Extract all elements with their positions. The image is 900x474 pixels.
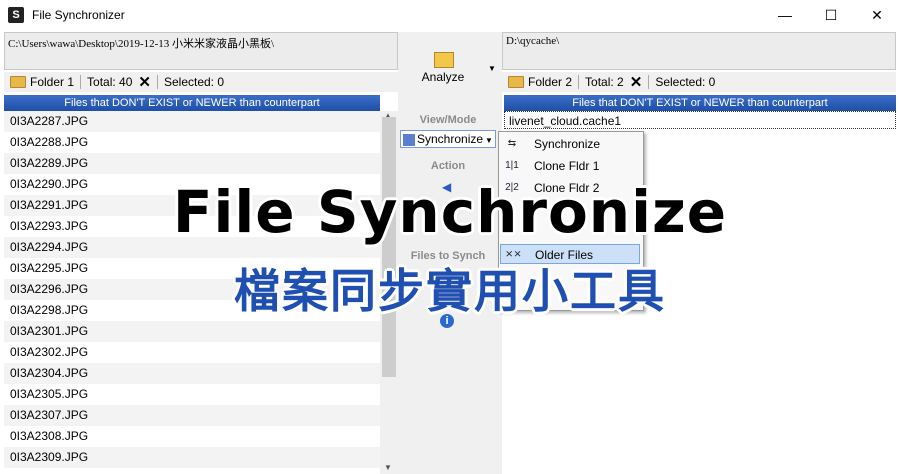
analyze-icon xyxy=(434,52,454,68)
folder2-path-field[interactable]: D:\qycache\ xyxy=(502,32,896,70)
chevron-down-icon: ▼ xyxy=(485,136,493,145)
table-row[interactable]: 0I3A2305.JPG xyxy=(4,384,380,405)
scroll-thumb[interactable] xyxy=(382,117,396,377)
folder1-list-header: Files that DON'T EXIST or NEWER than cou… xyxy=(4,95,380,111)
folder1-total: Total: 40 xyxy=(87,75,133,89)
folder1-selected: Selected: 0 xyxy=(163,75,225,89)
overlay-subtitle: 檔案同步實用小工具 xyxy=(234,264,666,318)
window-title: File Synchronizer xyxy=(32,8,125,22)
center-panel: Analyze ▼ View/Mode Synchronize ▼ Action … xyxy=(398,32,502,474)
clone1-icon: 1|1 xyxy=(505,160,519,171)
table-row[interactable]: 0I3A2309.JPG xyxy=(4,447,380,468)
divider xyxy=(578,75,580,89)
mode-select[interactable]: Synchronize ▼ xyxy=(400,130,496,148)
scroll-down-icon[interactable]: ▼ xyxy=(384,463,392,472)
folder2-button[interactable]: Folder 2 xyxy=(528,75,572,89)
table-row[interactable]: 0I3A2301.JPG xyxy=(4,321,380,342)
menu-item-synchronize[interactable]: ⇆ Synchronize xyxy=(500,134,640,154)
folder1-toolbar: Folder 1 Total: 40 ✕ Selected: 0 xyxy=(4,72,398,92)
folder2-total: Total: 2 xyxy=(585,75,624,89)
close-button[interactable]: ✕ xyxy=(854,0,900,30)
clear-icon[interactable]: ✕ xyxy=(138,73,151,91)
clear-icon[interactable]: ✕ xyxy=(630,73,643,91)
sync-icon xyxy=(403,133,415,146)
list-item[interactable]: livenet_cloud.cache1 xyxy=(504,111,896,129)
mode-select-value: Synchronize xyxy=(417,132,484,146)
divider xyxy=(156,75,158,89)
divider xyxy=(648,75,650,89)
minimize-button[interactable]: — xyxy=(762,0,808,30)
table-row[interactable]: 0I3A2289.JPG xyxy=(4,153,380,174)
table-row[interactable]: 0I3A2288.JPG xyxy=(4,132,380,153)
sync-icon: ⇆ xyxy=(507,138,517,149)
table-row[interactable]: 0I3A2304.JPG xyxy=(4,363,380,384)
folder1-button[interactable]: Folder 1 xyxy=(30,75,74,89)
overlay-title: File Synchronize xyxy=(172,178,728,246)
folder2-list-header: Files that DON'T EXIST or NEWER than cou… xyxy=(504,95,896,111)
action-label: Action xyxy=(430,160,466,172)
table-row[interactable]: 0I3A2302.JPG xyxy=(4,342,380,363)
folder2-selected: Selected: 0 xyxy=(655,75,716,89)
analyze-dropdown-icon[interactable]: ▼ xyxy=(488,64,496,73)
folder-icon[interactable] xyxy=(10,76,26,88)
table-row[interactable]: 0I3A2307.JPG xyxy=(4,405,380,426)
folder1-path-field[interactable]: C:\Users\wawa\Desktop\2019-12-13 小米米家液晶小… xyxy=(4,32,398,70)
folder-icon[interactable] xyxy=(508,76,524,88)
table-row[interactable]: 0I3A2287.JPG xyxy=(4,111,380,132)
menu-item-label: Synchronize xyxy=(534,137,601,151)
app-icon: S xyxy=(8,7,24,23)
divider xyxy=(80,75,82,89)
menu-item-label: Clone Fldr 1 xyxy=(534,159,600,173)
title-bar: S File Synchronizer — ☐ ✕ xyxy=(0,0,900,30)
menu-item-clone-fldr-1[interactable]: 1|1 Clone Fldr 1 xyxy=(500,156,640,176)
analyze-button[interactable]: Analyze xyxy=(398,70,488,84)
table-row[interactable]: 0I3A2308.JPG xyxy=(4,426,380,447)
folder2-toolbar: Folder 2 Total: 2 ✕ Selected: 0 xyxy=(502,72,896,92)
view-mode-label: View/Mode xyxy=(419,114,477,126)
maximize-button[interactable]: ☐ xyxy=(808,0,854,30)
